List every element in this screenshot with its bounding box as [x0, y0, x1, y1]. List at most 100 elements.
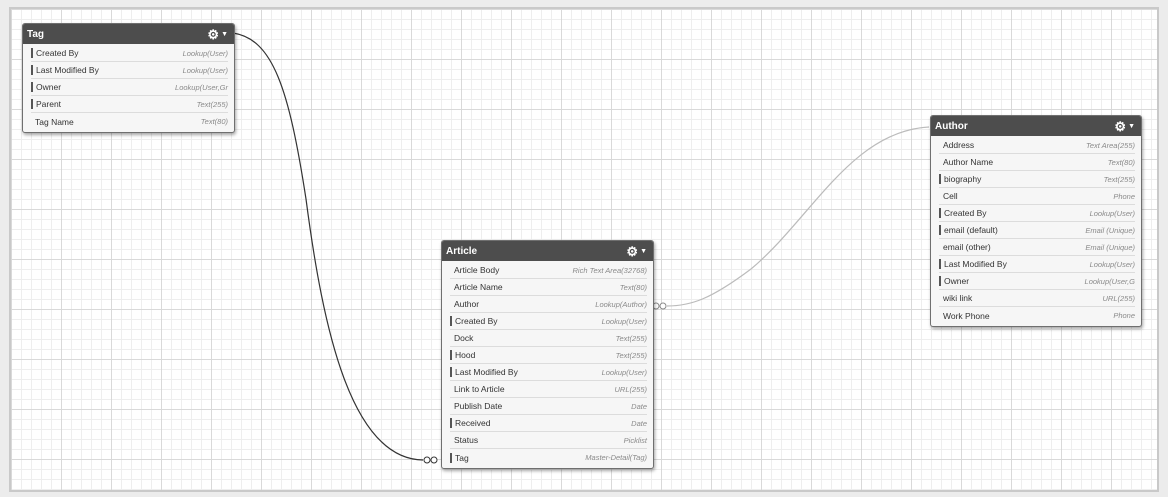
tag-article-connector — [430, 456, 438, 464]
field-row[interactable]: email (default) Email (Unique) — [939, 222, 1135, 239]
chevron-down-icon[interactable]: ▼ — [640, 248, 647, 255]
field-name: Link to Article — [454, 384, 505, 394]
field-row[interactable]: Tag Name Text(80) — [31, 113, 228, 130]
entity-title: Article — [446, 245, 478, 257]
field-name: email (default) — [939, 225, 998, 235]
gear-icon[interactable]: ⚙ ▼ — [207, 28, 228, 41]
field-type: Lookup(User) — [182, 48, 228, 58]
field-name: Owner — [939, 276, 969, 286]
field-row[interactable]: Owner Lookup(User,G — [939, 273, 1135, 290]
field-row[interactable]: Owner Lookup(User,Gr — [31, 79, 228, 96]
field-name: wiki link — [943, 293, 973, 303]
entity-title: Tag — [27, 28, 45, 40]
schema-canvas[interactable]: Tag ⚙ ▼ Created By Lookup(User) Last Modifi… — [9, 7, 1159, 492]
field-name: Last Modified By — [939, 259, 1007, 269]
entity-header[interactable]: Article ⚙ ▼ — [442, 241, 653, 261]
field-list: Article Body Rich Text Area(32768) Article… — [442, 261, 653, 468]
field-type: Master-Detail(Tag) — [585, 453, 647, 462]
field-type: Date — [631, 418, 647, 428]
field-type: URL(255) — [1102, 293, 1135, 303]
entity-header[interactable]: Author ⚙ ▼ — [931, 116, 1141, 136]
field-row[interactable]: Author Name Text(80) — [939, 154, 1135, 171]
field-row[interactable]: Last Modified By Lookup(User) — [939, 256, 1135, 273]
field-type: Text(80) — [1107, 157, 1135, 167]
field-row[interactable]: Work Phone Phone — [939, 307, 1135, 324]
field-name: Cell — [943, 191, 958, 201]
field-name: Article Body — [454, 265, 500, 275]
field-type: Text(255) — [1103, 174, 1135, 184]
field-type: Date — [631, 401, 647, 411]
field-name: Article Name — [454, 282, 503, 292]
field-name: Publish Date — [454, 401, 503, 411]
field-type: Lookup(User) — [1089, 259, 1135, 269]
author-article-connector — [659, 302, 667, 310]
gear-icon[interactable]: ⚙ ▼ — [1114, 120, 1135, 133]
field-row[interactable]: Created By Lookup(User) — [939, 205, 1135, 222]
field-row[interactable]: Parent Text(255) — [31, 96, 228, 113]
field-name: Tag — [450, 452, 469, 463]
field-type: Phone — [1113, 191, 1135, 201]
field-type: Text(255) — [615, 350, 647, 360]
field-name: Status — [454, 435, 479, 445]
field-type: Picklist — [623, 435, 647, 445]
field-name: Owner — [31, 82, 61, 92]
field-type: Email (Unique) — [1085, 225, 1135, 235]
field-type: Text(80) — [619, 282, 647, 292]
entity-author[interactable]: Author ⚙ ▼ Address Text Area(255) Author Na… — [930, 115, 1142, 327]
field-row[interactable]: biography Text(255) — [939, 171, 1135, 188]
field-name: biography — [939, 174, 981, 184]
field-row[interactable]: Created By Lookup(User) — [450, 313, 647, 330]
field-name: Parent — [31, 99, 61, 109]
field-type: Text(80) — [200, 117, 228, 126]
field-type: Lookup(User) — [1089, 208, 1135, 218]
entity-header[interactable]: Tag ⚙ ▼ — [23, 24, 234, 44]
field-type: Lookup(User,G — [1084, 276, 1135, 286]
field-name: Received — [450, 418, 490, 428]
field-row[interactable]: Received Date — [450, 415, 647, 432]
field-row[interactable]: email (other) Email (Unique) — [939, 239, 1135, 256]
field-type: Text(255) — [196, 99, 228, 109]
tag-article-relationship-line — [232, 32, 424, 461]
field-type: Lookup(User,Gr — [175, 82, 228, 92]
field-name: Hood — [450, 350, 475, 360]
field-name: Author — [454, 299, 480, 309]
field-row[interactable]: Created By Lookup(User) — [31, 45, 228, 62]
field-name: email (other) — [943, 242, 991, 252]
field-type: Rich Text Area(32768) — [572, 265, 647, 275]
chevron-down-icon[interactable]: ▼ — [1128, 123, 1135, 130]
field-row[interactable]: Address Text Area(255) — [939, 137, 1135, 154]
field-type: Lookup(User) — [601, 316, 647, 326]
field-type: Lookup(User) — [182, 65, 228, 75]
field-row[interactable]: Author Lookup(Author) — [450, 296, 647, 313]
field-row[interactable]: Link to Article URL(255) — [450, 381, 647, 398]
field-name: Last Modified By — [31, 65, 99, 75]
field-row[interactable]: Status Picklist — [450, 432, 647, 449]
gear-icon[interactable]: ⚙ ▼ — [626, 245, 647, 258]
field-row[interactable]: Tag Master-Detail(Tag) — [450, 449, 647, 466]
field-row[interactable]: Cell Phone — [939, 188, 1135, 205]
field-row[interactable]: Article Body Rich Text Area(32768) — [450, 262, 647, 279]
field-name: Work Phone — [943, 310, 990, 321]
entity-tag[interactable]: Tag ⚙ ▼ Created By Lookup(User) Last Modifi… — [22, 23, 235, 133]
field-row[interactable]: Last Modified By Lookup(User) — [450, 364, 647, 381]
field-row[interactable]: wiki link URL(255) — [939, 290, 1135, 307]
field-name: Created By — [450, 316, 498, 326]
field-type: Text(255) — [615, 333, 647, 343]
field-type: Email (Unique) — [1085, 242, 1135, 252]
field-type: Text Area(255) — [1085, 140, 1135, 150]
field-name: Created By — [31, 48, 79, 58]
field-row[interactable]: Publish Date Date — [450, 398, 647, 415]
field-row[interactable]: Last Modified By Lookup(User) — [31, 62, 228, 79]
field-name: Address — [943, 140, 975, 150]
field-row[interactable]: Dock Text(255) — [450, 330, 647, 347]
entity-article[interactable]: Article ⚙ ▼ Article Body Rich Text Area(32… — [441, 240, 654, 469]
field-type: Phone — [1113, 311, 1135, 320]
author-article-relationship-line — [666, 126, 930, 307]
chevron-down-icon[interactable]: ▼ — [221, 31, 228, 38]
field-row[interactable]: Hood Text(255) — [450, 347, 647, 364]
field-row[interactable]: Article Name Text(80) — [450, 279, 647, 296]
field-list: Address Text Area(255) Author Name Text(80)… — [931, 136, 1141, 326]
field-type: URL(255) — [614, 384, 647, 394]
field-type: Lookup(Author) — [595, 299, 647, 309]
field-name: Dock — [454, 333, 474, 343]
